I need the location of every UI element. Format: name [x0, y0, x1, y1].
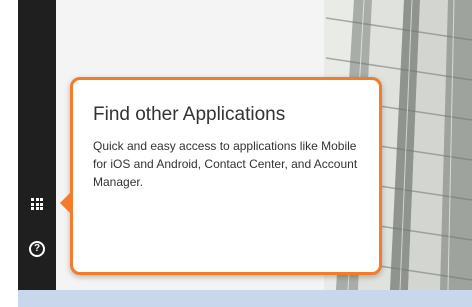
tooltip-title: Find other Applications [93, 104, 286, 125]
app-grid-icon [31, 198, 43, 210]
apps-launcher-button[interactable] [18, 187, 56, 221]
tooltip-description: Quick and easy access to applications li… [93, 139, 358, 189]
bottom-band [18, 290, 472, 307]
help-button[interactable]: ? [18, 232, 56, 266]
sidebar: ? [18, 0, 56, 290]
tooltip-action-button[interactable] [220, 212, 363, 252]
find-apps-tooltip: Find other Applications Quick and easy a… [60, 77, 382, 275]
left-gutter [0, 0, 18, 290]
tooltip-pointer [60, 193, 70, 213]
help-icon: ? [29, 241, 45, 257]
